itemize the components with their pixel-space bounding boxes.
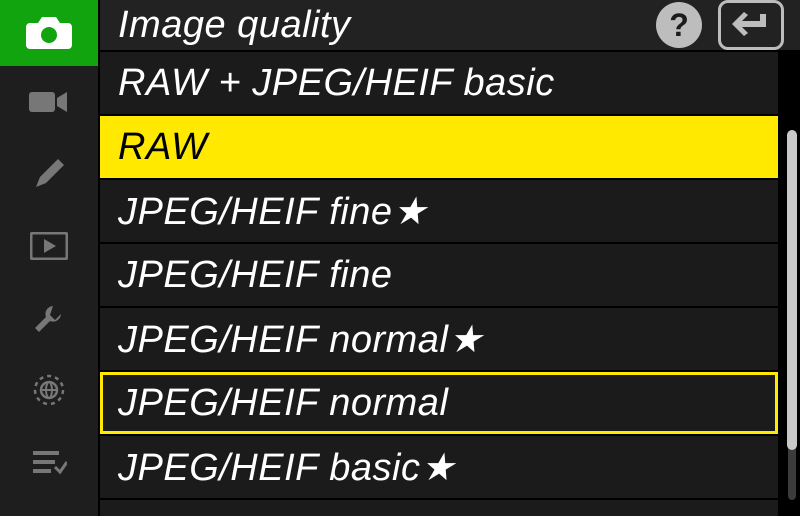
list-item-label: RAW xyxy=(118,126,207,169)
list-item[interactable]: JPEG/HEIF normal★ xyxy=(100,308,778,372)
wrench-icon xyxy=(33,302,65,334)
scrollbar-thumb[interactable] xyxy=(787,130,797,450)
mymenu-icon xyxy=(31,449,67,475)
video-icon xyxy=(29,88,69,116)
list-item[interactable]: RAW xyxy=(100,116,778,180)
page-title: Image quality xyxy=(118,4,646,47)
playback-icon xyxy=(30,232,68,260)
camera-icon xyxy=(26,15,72,51)
menu-header: Image quality ? xyxy=(100,0,800,52)
quality-option-list: RAW + JPEG/HEIF basic RAW JPEG/HEIF fine… xyxy=(100,52,800,516)
list-item-label: JPEG/HEIF fine★ xyxy=(118,189,427,234)
sidebar-tab-mymenu[interactable] xyxy=(0,426,98,498)
list-item[interactable]: JPEG/HEIF fine xyxy=(100,244,778,308)
sidebar-tab-network[interactable] xyxy=(0,354,98,426)
sidebar-tab-setup[interactable] xyxy=(0,282,98,354)
list-item[interactable]: RAW + JPEG/HEIF basic xyxy=(100,52,778,116)
network-icon xyxy=(31,372,67,408)
help-button[interactable]: ? xyxy=(656,2,702,48)
list-item[interactable] xyxy=(100,500,778,516)
pencil-icon xyxy=(32,157,66,191)
list-item-label: JPEG/HEIF normal★ xyxy=(118,317,483,362)
sidebar-tab-photo[interactable] xyxy=(0,0,98,66)
help-icon: ? xyxy=(669,7,689,44)
main-panel: Image quality ? RAW + JPEG/HEIF basic RA… xyxy=(100,0,800,516)
list-item[interactable]: JPEG/HEIF fine★ xyxy=(100,180,778,244)
list-item[interactable]: JPEG/HEIF basic★ xyxy=(100,436,778,500)
sidebar-tab-custom[interactable] xyxy=(0,138,98,210)
list-item[interactable]: JPEG/HEIF normal xyxy=(100,372,778,436)
menu-category-sidebar xyxy=(0,0,100,516)
list-item-label: JPEG/HEIF fine xyxy=(118,254,393,297)
sidebar-tab-video[interactable] xyxy=(0,66,98,138)
list-item-label: RAW + JPEG/HEIF basic xyxy=(118,62,555,105)
sidebar-tab-playback[interactable] xyxy=(0,210,98,282)
camera-menu-screen: Image quality ? RAW + JPEG/HEIF basic RA… xyxy=(0,0,800,516)
list-item-label: JPEG/HEIF normal xyxy=(118,382,448,425)
list-item-label: JPEG/HEIF basic★ xyxy=(118,445,455,490)
back-button[interactable] xyxy=(718,0,784,50)
back-icon xyxy=(730,10,772,40)
